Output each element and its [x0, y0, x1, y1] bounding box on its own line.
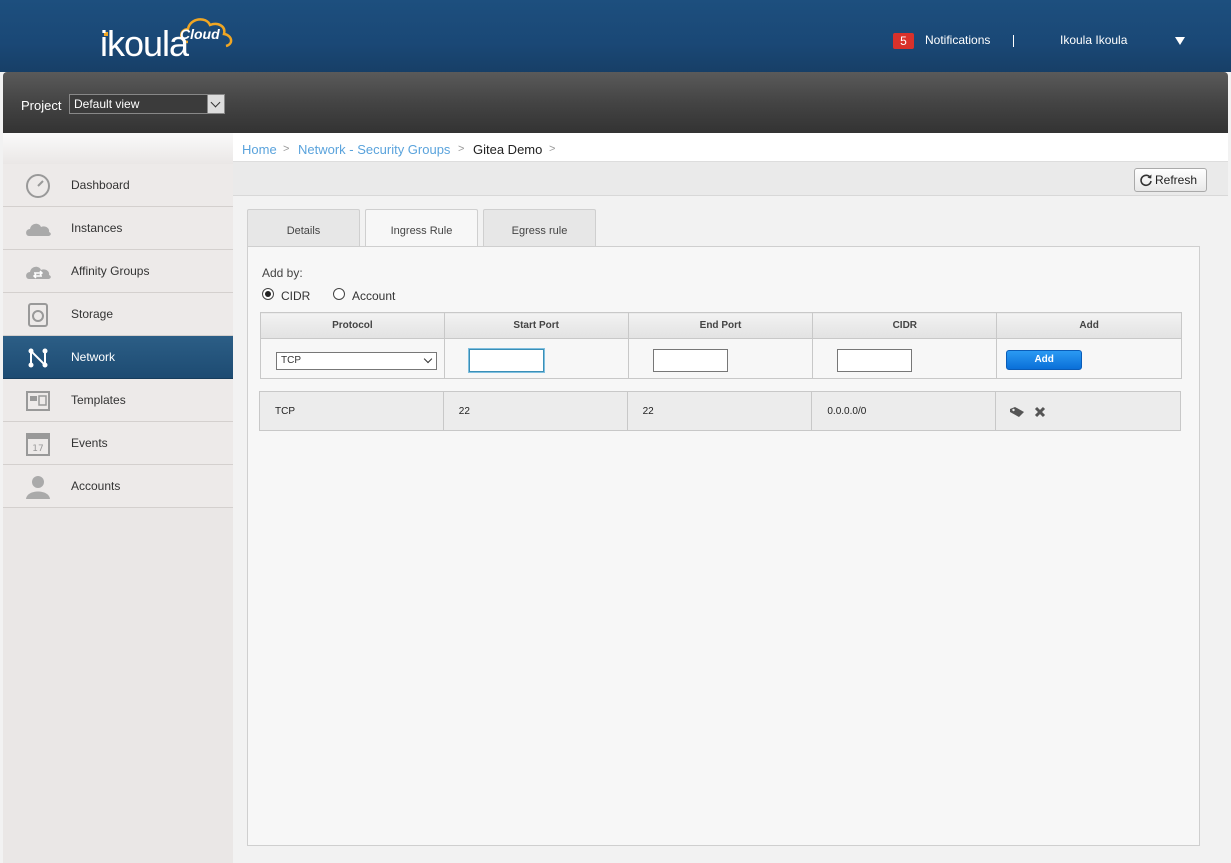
sidebar-item-label: Network: [71, 350, 116, 364]
dashboard-icon: [26, 174, 50, 198]
rule-end-port: 22: [626, 391, 813, 431]
refresh-icon: [1140, 174, 1152, 187]
breadcrumb-separator: >: [283, 143, 290, 155]
toolbar: Refresh: [233, 162, 1228, 196]
sidebar-item-instances[interactable]: Instances: [3, 207, 233, 250]
tab-egress-rule[interactable]: Egress rule: [483, 209, 596, 247]
sidebar-item-events[interactable]: 17 Events: [3, 422, 233, 465]
refresh-button[interactable]: Refresh: [1134, 168, 1207, 192]
sidebar-item-label: Events: [71, 436, 108, 450]
chevron-down-icon: [423, 354, 433, 364]
notifications-link[interactable]: Notifications: [925, 33, 990, 47]
sidebar-item-accounts[interactable]: Accounts: [3, 465, 233, 508]
sidebar-item-network[interactable]: Network: [3, 336, 233, 379]
tab-details[interactable]: Details: [247, 209, 360, 247]
protocol-select[interactable]: TCP: [276, 352, 437, 370]
user-menu-caret-icon[interactable]: [1175, 37, 1185, 45]
ikoula-cloud-logo[interactable]: ikoula Cloud: [100, 12, 245, 62]
sidebar-item-templates[interactable]: Templates: [3, 379, 233, 422]
protocol-select-value: TCP: [281, 355, 301, 366]
project-label: Project: [21, 98, 62, 113]
affinity-icon: [26, 266, 51, 279]
cidr-input[interactable]: [837, 349, 913, 372]
calendar-icon: 17: [26, 433, 50, 456]
start-port-header: Start Port: [443, 312, 629, 339]
add-by-label: Add by:: [262, 266, 303, 280]
user-icon: [26, 476, 50, 499]
sidebar-item-dashboard[interactable]: Dashboard: [3, 164, 233, 207]
cloud-icon: [26, 223, 51, 236]
refresh-label: Refresh: [1155, 173, 1198, 187]
add-cell: Add: [996, 338, 1182, 379]
sidebar-item-label: Storage: [71, 307, 114, 321]
notification-count-badge[interactable]: 5: [893, 33, 914, 49]
end-port-input[interactable]: [652, 349, 728, 372]
breadcrumb-separator: >: [549, 143, 556, 155]
rule-cidr: 0.0.0.0/0: [811, 391, 997, 431]
network-icon: [28, 348, 48, 368]
start-port-cell: [443, 338, 629, 379]
rule-start-port: 22: [442, 391, 628, 431]
sidebar: Dashboard Instances Affinity Groups Stor…: [3, 133, 233, 863]
cidr-radio[interactable]: [262, 288, 274, 300]
table-row: TCP 22 22 0.0.0.0/0: [259, 391, 1181, 431]
tab-ingress-rule[interactable]: Ingress Rule: [365, 209, 478, 248]
account-radio[interactable]: [333, 288, 345, 300]
protocol-header: Protocol: [260, 312, 445, 339]
chevron-down-icon[interactable]: [207, 95, 224, 113]
end-port-header: End Port: [627, 312, 814, 339]
cidr-header: CIDR: [812, 312, 998, 339]
header-separator: [1013, 35, 1014, 47]
breadcrumb-home-link[interactable]: Home: [242, 142, 277, 157]
start-port-input[interactable]: [468, 349, 544, 372]
templates-icon: [26, 391, 50, 411]
account-radio-label[interactable]: Account: [352, 289, 395, 303]
rule-actions-cell: [995, 391, 1181, 431]
calendar-day-text: 17: [32, 444, 43, 454]
protocol-cell: TCP: [260, 338, 445, 379]
user-menu-name[interactable]: Ikoula Ikoula: [1060, 33, 1127, 47]
storage-icon: [28, 303, 48, 327]
sidebar-item-storage[interactable]: Storage: [3, 293, 233, 336]
sidebar-item-label: Accounts: [71, 479, 121, 493]
sidebar-item-label: Dashboard: [71, 178, 130, 192]
top-header: ikoula Cloud 5 Notifications Ikoula Ikou…: [0, 0, 1231, 72]
sidebar-item-affinity-groups[interactable]: Affinity Groups: [3, 250, 233, 293]
add-header: Add: [996, 312, 1182, 339]
add-rule-header-row: Protocol Start Port End Port CIDR Add: [260, 312, 1182, 339]
add-rule-input-row: TCP Add: [260, 338, 1182, 379]
sidebar-top-spacer: [3, 133, 233, 164]
add-rule-button[interactable]: Add: [1006, 350, 1083, 370]
logo-text: ikoula: [100, 23, 189, 64]
cidr-radio-label[interactable]: CIDR: [281, 289, 310, 303]
logo-cloud-text: Cloud: [180, 26, 220, 42]
breadcrumb-separator: >: [458, 143, 465, 155]
sidebar-item-label: Affinity Groups: [71, 264, 150, 278]
end-port-cell: [627, 338, 814, 379]
add-rule-table: Protocol Start Port End Port CIDR Add TC…: [260, 312, 1182, 379]
cidr-cell: [812, 338, 998, 379]
breadcrumb: Home > Network - Security Groups > Gitea…: [233, 133, 1228, 162]
sidebar-item-label: Templates: [71, 393, 126, 407]
tag-icon[interactable]: [1009, 406, 1025, 418]
project-select-value: Default view: [74, 97, 140, 111]
rule-protocol: TCP: [259, 391, 444, 431]
project-bar: Project Default view: [3, 72, 1228, 133]
rules-list-table: TCP 22 22 0.0.0.0/0: [259, 391, 1181, 431]
delete-icon[interactable]: [1034, 406, 1046, 418]
breadcrumb-current: Gitea Demo: [473, 142, 543, 157]
sidebar-item-label: Instances: [71, 221, 123, 235]
breadcrumb-security-groups-link[interactable]: Network - Security Groups: [298, 142, 450, 157]
project-select[interactable]: Default view: [69, 94, 225, 114]
